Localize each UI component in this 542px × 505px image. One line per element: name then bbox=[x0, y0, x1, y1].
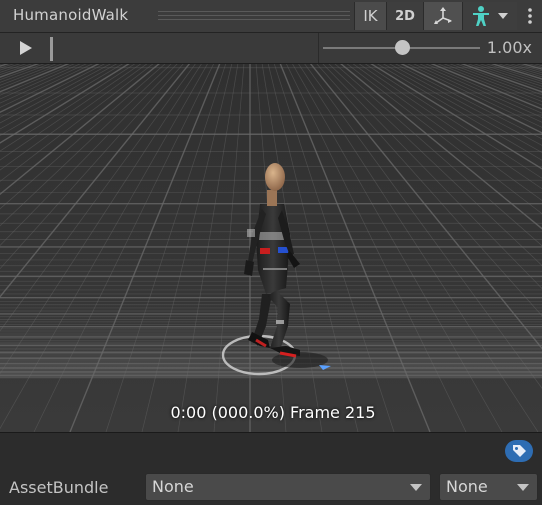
play-icon bbox=[20, 41, 32, 55]
chevron-down-icon bbox=[498, 13, 508, 19]
ik-toggle-button[interactable]: IK bbox=[354, 2, 386, 30]
avatar-dropdown-button[interactable] bbox=[462, 2, 517, 30]
label-tag-button[interactable] bbox=[505, 440, 533, 462]
chevron-down-icon bbox=[410, 484, 422, 491]
grid-floor bbox=[0, 64, 542, 432]
chevron-down-icon bbox=[517, 484, 529, 491]
assetbundle-variant-value: None bbox=[446, 477, 488, 496]
preview-viewport[interactable]: 0:00 (000.0%) Frame 215 bbox=[0, 64, 542, 432]
pivot-gizmo-button[interactable] bbox=[423, 2, 462, 30]
asset-panel: AssetBundle None None bbox=[0, 432, 542, 505]
assetbundle-variant-dropdown[interactable]: None bbox=[439, 473, 538, 501]
assetbundle-name-dropdown[interactable]: None bbox=[145, 473, 431, 501]
frame-caption: 0:00 (000.0%) Frame 215 bbox=[170, 403, 376, 422]
label-tag-icon bbox=[513, 445, 526, 457]
drag-grip[interactable] bbox=[158, 11, 350, 20]
timeline-scrubber[interactable] bbox=[50, 37, 53, 61]
more-options-button[interactable] bbox=[517, 2, 542, 30]
play-button[interactable] bbox=[6, 35, 46, 61]
speed-slider-handle[interactable] bbox=[394, 40, 410, 55]
speed-readout: 1.00x bbox=[486, 38, 532, 57]
kebab-menu-icon bbox=[527, 8, 532, 24]
preview-header: HumanoidWalk IK 2D bbox=[0, 0, 542, 33]
pivot-gizmo-icon bbox=[434, 7, 452, 24]
2d-toggle-button[interactable]: 2D bbox=[386, 2, 423, 30]
assetbundle-name-value: None bbox=[152, 477, 194, 496]
transport-bar: 1.00x bbox=[0, 33, 542, 64]
preview-title: HumanoidWalk bbox=[13, 6, 129, 24]
toolbar-divider bbox=[318, 33, 319, 63]
avatar-humanoid-icon bbox=[473, 6, 489, 26]
assetbundle-label: AssetBundle bbox=[9, 478, 109, 497]
